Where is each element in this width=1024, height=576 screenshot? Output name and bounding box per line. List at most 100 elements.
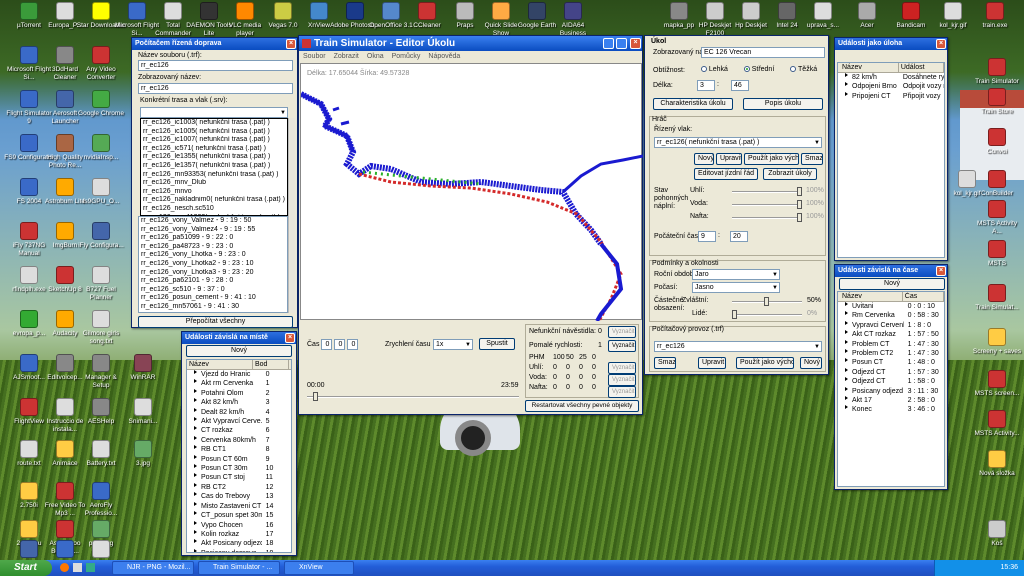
mark-speeds-button[interactable]: Vyznačit [608, 340, 636, 352]
list-row[interactable]: Potahni Olom 2 [189, 388, 291, 398]
desktop-icon[interactable]: MSTS Activity... [972, 410, 1022, 438]
list-row[interactable]: Dealt 82 km/h 4 [189, 407, 291, 417]
coal-slider[interactable] [732, 187, 802, 196]
traffic-window[interactable]: Počítačem řízená doprava × Název souboru … [131, 37, 298, 328]
list-row[interactable]: Misto Zastaveni CT 14 [189, 501, 291, 511]
close-icon[interactable]: × [936, 266, 946, 276]
desktop-icon[interactable]: B727 Fuel Planner [76, 266, 126, 302]
dropdown-item[interactable]: rr_ec126_mnvo [141, 188, 287, 197]
radio-button[interactable] [743, 66, 750, 73]
desktop-icon[interactable]: MSTS Activity A... [972, 200, 1022, 236]
chevron-down-icon[interactable]: ▼ [280, 109, 286, 117]
col-time[interactable]: Čas [903, 292, 944, 301]
desktop-icon[interactable]: Koš [972, 520, 1022, 548]
time-events-window[interactable]: Události závislá na čase × Nový Název Čas … [834, 264, 948, 490]
new-place-event-button[interactable]: Nový [186, 345, 292, 357]
list-row[interactable]: Cas do Trebovy 13 [189, 492, 291, 501]
desktop-icon[interactable] [73, 563, 82, 572]
desktop-icon[interactable]: kol_kjr.gif [942, 170, 992, 198]
start-minutes[interactable]: 20 [730, 231, 748, 242]
list-row[interactable]: Odjezd CT 1 : 57 : 30 [840, 367, 944, 377]
chevron-down-icon[interactable]: ▼ [814, 343, 820, 351]
menu-bar[interactable]: Soubor Zobrazit Okna Pomůcky Nápověda [303, 53, 468, 60]
dropdown-item[interactable]: rr_ec126_mn93353( nefunkční trasa (.pat)… [141, 171, 287, 180]
list-row[interactable]: Posun CT 1 : 48 : 0 [840, 358, 944, 367]
desktop-icon[interactable]: iFly Configura... [76, 222, 126, 250]
place-events-list[interactable]: Název Bod Vjezd do Hranic 0 Akt rm Cervenka… [186, 359, 292, 553]
desktop-icon[interactable]: Convoi [972, 128, 1022, 156]
list-row[interactable]: Odpojeni Brno Odpojit vozy na [840, 82, 944, 91]
col-event[interactable]: Událost [899, 63, 944, 72]
route-map[interactable] [301, 64, 643, 321]
taskbar-window-button[interactable]: Train Simulator - ... [198, 561, 280, 575]
dropdown-item[interactable]: rr_ec126_ic1005( nefunkční trasa (.pat) … [141, 128, 287, 137]
desktop-icon[interactable]: MSTS [972, 240, 1022, 268]
length-minutes[interactable]: 46 [731, 80, 749, 91]
list-row[interactable]: Posun CT 30m 10 [189, 464, 291, 473]
list-row[interactable]: RB CT1 8 [189, 445, 291, 454]
place-events-window[interactable]: Události závislá na místě × Nový Název Bod… [181, 331, 297, 556]
length-hours[interactable]: 3 [697, 80, 715, 91]
traffic-delete-button[interactable]: Smazat [654, 357, 676, 369]
edit-timetable-button[interactable]: Editovat jízdní řád [694, 168, 758, 180]
list-row[interactable]: Kolin rozkaz 17 [189, 529, 291, 539]
radio-button[interactable] [790, 66, 797, 73]
col-name[interactable]: Název [840, 63, 899, 72]
display-name-input[interactable]: rr_ec126 [138, 83, 293, 94]
dropdown-item[interactable]: rr_ec126_ic1007( nefunkční trasa (.pat) … [141, 136, 287, 145]
time-hours[interactable]: 0 [321, 339, 332, 350]
dropdown-item[interactable]: rr_ec126_le1357( nefunkční trasa (.pat) … [141, 162, 287, 171]
list-row[interactable]: Vjezd do Hranic 0 [189, 370, 291, 379]
desktop-icon[interactable]: WinRAR [118, 354, 168, 382]
diesel-slider[interactable] [732, 213, 802, 222]
coal-thumb[interactable] [797, 187, 802, 196]
traffic-new-button[interactable]: Nový [800, 357, 822, 369]
menu-item[interactable]: Pomůcky [392, 53, 421, 60]
season-select[interactable]: Jaro ▼ [692, 269, 780, 280]
start-button[interactable]: Start [0, 560, 52, 576]
service-item[interactable]: rr_ec126_vony_Lhotka2 - 9 : 23 : 10 [139, 260, 287, 269]
train-new-button[interactable]: Nový [694, 153, 714, 165]
train-delete-button[interactable]: Smazat [801, 153, 823, 165]
list-row[interactable]: Konec 3 : 46 : 0 [840, 405, 944, 414]
service-item[interactable]: rr_ec126_vony_Hranice - 9 : 43 : 0 [139, 312, 287, 313]
list-row[interactable]: Akt Posicany odjezd 18 [189, 539, 291, 548]
list-row[interactable]: Problem CT 1 : 47 : 30 [840, 339, 944, 349]
menu-item[interactable]: Nápověda [428, 53, 460, 60]
editor-titlebar[interactable]: Train Simulator - Editor Úkolu × [299, 36, 642, 51]
desktop-icon[interactable]: Screeny + saves [972, 328, 1022, 356]
list-row[interactable]: 82 km/h Dosáhnete rychl [840, 73, 944, 82]
mark-water-button[interactable]: Vyznačit [608, 374, 636, 386]
frequency-thumb[interactable] [764, 297, 769, 306]
list-row[interactable]: Posicany odjezd 3 : 11 : 30 [840, 386, 944, 396]
train-select[interactable]: rr_ec126( nefunkční trasa (.pat) ) ▼ [654, 137, 822, 148]
service-item[interactable]: rr_ec126_sc510 - 9 : 37 : 0 [139, 286, 287, 295]
list-row[interactable]: Pripojeni CT Připojit vozy [840, 91, 944, 101]
time-events-titlebar[interactable]: Události závislá na čase × [835, 265, 947, 277]
service-item[interactable]: rr_ec126_vony_Valmez - 9 : 19 : 50 [139, 217, 287, 226]
start-hours[interactable]: 9 [698, 231, 716, 242]
service-item[interactable]: rr_ec126_mn57061 - 9 : 41 : 30 [139, 303, 287, 312]
editor-window[interactable]: Train Simulator - Editor Úkolu × Soubor Z… [298, 35, 643, 415]
col-name[interactable]: Název [187, 360, 253, 369]
task-panel[interactable]: Úkol Zobrazovaný název: EC 126 Vrecan Ob… [644, 35, 829, 375]
list-row[interactable]: Vypo Chocen 16 [189, 520, 291, 530]
list-row[interactable]: Posicany doprava19 [189, 548, 291, 552]
desktop-icon[interactable]: Any Video Converter [76, 46, 126, 82]
desktop-icon[interactable]: train.exe [970, 2, 1020, 30]
service-item[interactable]: rr_ec126_vony_Valmez4 - 9 : 19 : 55 [139, 226, 287, 235]
traffic-edit-button[interactable]: Upravit [698, 357, 726, 369]
minimize-icon[interactable] [603, 38, 614, 49]
run-button[interactable]: Spustit [479, 338, 515, 350]
desktop-icon[interactable]: Nová složka [972, 450, 1022, 478]
chevron-down-icon[interactable]: ▼ [772, 271, 778, 279]
close-icon[interactable]: × [286, 39, 296, 49]
list-row[interactable]: CT_posun spet 30m 15 [189, 511, 291, 520]
people-slider[interactable] [732, 310, 802, 319]
traffic-window-titlebar[interactable]: Počítačem řízená doprava × [132, 38, 297, 50]
desktop-icon[interactable]: nvidiaInsp... [76, 134, 126, 162]
dropdown-item[interactable]: rr_ec126_mnv_Dlub [141, 179, 287, 188]
traffic-select[interactable]: rr_ec126 ▼ [654, 341, 822, 352]
desktop-icon[interactable]: Train Simulat... [972, 284, 1022, 312]
list-row[interactable]: Vypravci Cervenka1 : 8 : 0 [840, 320, 944, 330]
